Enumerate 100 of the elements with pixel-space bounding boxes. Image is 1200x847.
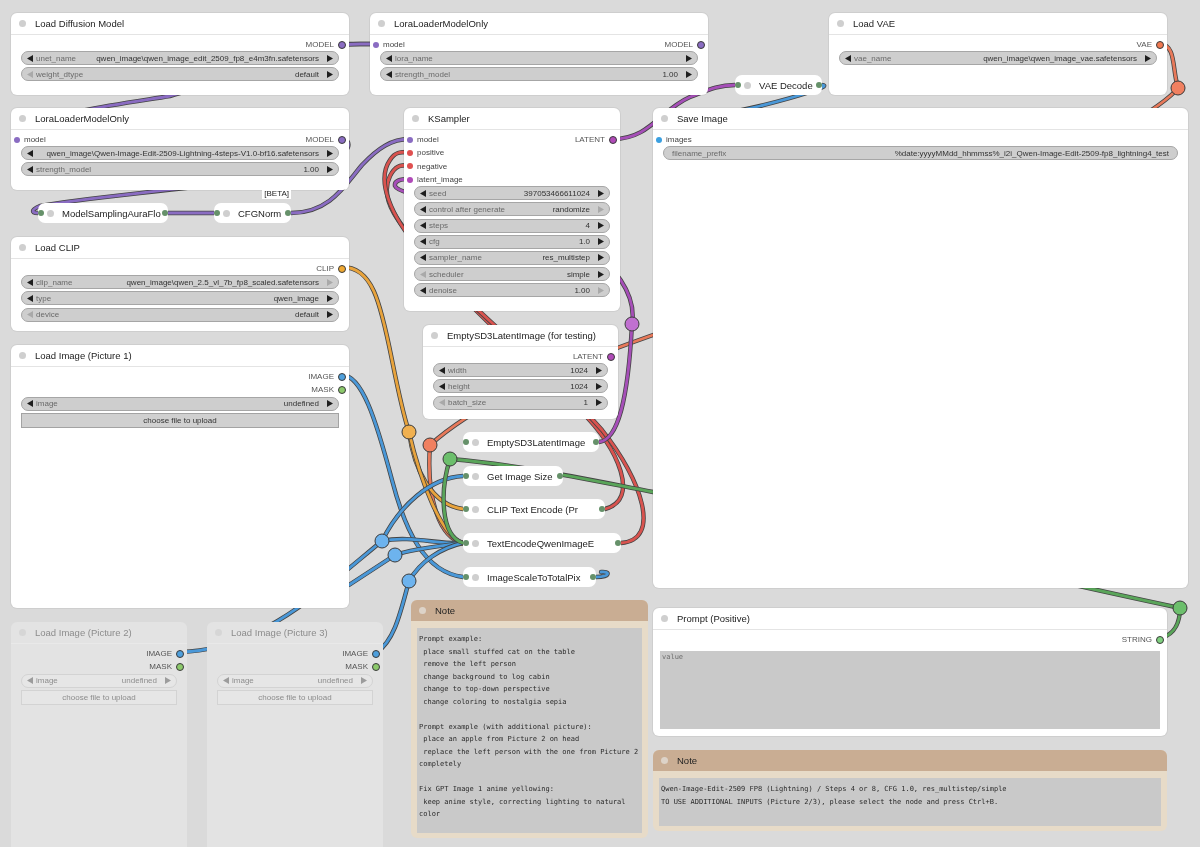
left-arrow-icon[interactable] [386, 54, 392, 62]
right-arrow-icon[interactable] [598, 238, 604, 246]
slot-dot-icon[interactable] [590, 574, 596, 580]
number-widget[interactable]: strength_model 1.00 [21, 162, 339, 177]
combo-widget[interactable]: vae_name qwen_image\qwen_image_vae.safetensors [839, 51, 1157, 66]
output-dot-icon[interactable] [338, 135, 346, 144]
right-arrow-icon[interactable] [598, 270, 604, 278]
combo-widget[interactable]: image undefined [21, 396, 339, 411]
left-arrow-icon[interactable] [420, 254, 426, 262]
node-dot-icon[interactable] [472, 539, 479, 547]
slot-dot-icon[interactable] [557, 473, 563, 479]
output-dot-icon[interactable] [1156, 40, 1164, 49]
input-dot-icon[interactable] [407, 149, 413, 156]
reroute-dot-icon[interactable] [624, 316, 640, 332]
node-dot-icon[interactable] [472, 472, 479, 480]
reroute-dot-icon[interactable] [387, 547, 403, 563]
slot-dot-icon[interactable] [615, 540, 621, 546]
node-dot-icon[interactable] [472, 438, 479, 446]
node-dot-icon[interactable] [378, 20, 385, 27]
output-dot-icon[interactable] [338, 264, 346, 273]
slot-dot-icon[interactable] [599, 506, 605, 512]
output-dot-icon[interactable] [372, 662, 380, 671]
combo-widget[interactable]: lora_name [380, 51, 698, 66]
output-dot-icon[interactable] [607, 352, 615, 361]
left-arrow-icon[interactable] [420, 189, 426, 197]
left-arrow-icon[interactable] [845, 54, 851, 62]
number-widget[interactable]: height 1024 [433, 379, 608, 394]
combo-widget[interactable]: control after generate randomize [414, 202, 610, 217]
output-dot-icon[interactable] [176, 649, 184, 658]
combo-widget[interactable]: scheduler simple [414, 267, 610, 282]
input-dot-icon[interactable] [373, 41, 379, 48]
number-widget[interactable]: width 1024 [433, 363, 608, 378]
combo-widget[interactable]: sampler_name res_multistep [414, 250, 610, 265]
right-arrow-icon[interactable] [596, 383, 602, 390]
upload-button[interactable]: choose file to upload [21, 412, 339, 428]
right-arrow-icon[interactable] [327, 54, 333, 62]
number-widget[interactable]: steps 4 [414, 218, 610, 233]
left-arrow-icon[interactable] [420, 238, 426, 246]
node-dot-icon[interactable] [419, 607, 426, 614]
left-arrow-icon[interactable] [27, 295, 33, 302]
node-dot-icon[interactable] [19, 244, 26, 251]
output-dot-icon[interactable] [697, 40, 705, 49]
right-arrow-icon[interactable] [327, 166, 333, 173]
left-arrow-icon[interactable] [27, 149, 33, 157]
collapsed-node[interactable]: ImageScaleToTotalPix [463, 567, 596, 587]
collapsed-node[interactable]: TextEncodeQwenImageE [463, 533, 621, 553]
slot-dot-icon[interactable] [463, 574, 469, 580]
left-arrow-icon[interactable] [439, 383, 445, 390]
collapsed-node[interactable]: ModelSamplingAuraFlo [38, 203, 168, 223]
right-arrow-icon[interactable] [327, 295, 333, 302]
number-widget[interactable]: cfg 1.0 [414, 234, 610, 249]
reroute-dot-icon[interactable] [422, 437, 438, 453]
node-dot-icon[interactable] [19, 352, 26, 359]
collapsed-node[interactable]: VAE Decode [735, 75, 822, 95]
node-dot-icon[interactable] [661, 115, 668, 122]
output-dot-icon[interactable] [338, 385, 346, 394]
node-dot-icon[interactable] [19, 115, 26, 122]
collapsed-node[interactable]: CFGNorm [214, 203, 291, 223]
reroute-dot-icon[interactable] [1170, 80, 1186, 96]
input-dot-icon[interactable] [407, 163, 413, 170]
text-widget[interactable]: filename_prefix %date:yyyyMMdd_hhmmss%_i2i_Qwen-Image-Edit-2509-fp8_lightning4_test [663, 146, 1178, 161]
number-widget[interactable]: batch_size 1 [433, 395, 608, 410]
right-arrow-icon[interactable] [686, 71, 692, 78]
number-widget[interactable]: strength_model 1.00 [380, 67, 698, 82]
left-arrow-icon[interactable] [420, 205, 426, 213]
right-arrow-icon[interactable] [327, 400, 333, 408]
slot-dot-icon[interactable] [162, 210, 168, 216]
output-dot-icon[interactable] [176, 662, 184, 671]
collapsed-node[interactable]: Get Image Size [463, 466, 563, 486]
reroute-dot-icon[interactable] [401, 424, 417, 440]
left-arrow-icon[interactable] [420, 222, 426, 230]
left-arrow-icon[interactable] [27, 166, 33, 173]
node-dot-icon[interactable] [472, 573, 479, 581]
output-dot-icon[interactable] [372, 649, 380, 658]
input-dot-icon[interactable] [407, 136, 413, 143]
output-dot-icon[interactable] [338, 40, 346, 49]
node-dot-icon[interactable] [223, 209, 230, 217]
right-arrow-icon[interactable] [598, 189, 604, 197]
slot-dot-icon[interactable] [593, 439, 599, 445]
node-dot-icon[interactable] [837, 20, 844, 27]
node-dot-icon[interactable] [19, 20, 26, 27]
input-dot-icon[interactable] [407, 176, 413, 183]
reroute-dot-icon[interactable] [374, 533, 390, 549]
node-dot-icon[interactable] [412, 115, 419, 122]
left-arrow-icon[interactable] [439, 366, 445, 374]
combo-widget[interactable]: weight_dtype default [21, 67, 339, 82]
combo-widget[interactable]: qwen_image\Qwen-Image-Edit-2509-Lightning-4steps-V1.0-bf16.safetensors [21, 146, 339, 161]
slot-dot-icon[interactable] [214, 210, 220, 216]
right-arrow-icon[interactable] [327, 149, 333, 157]
node-dot-icon[interactable] [661, 757, 668, 764]
number-widget[interactable]: seed 397053466611024 [414, 186, 610, 201]
reroute-dot-icon[interactable] [442, 451, 458, 467]
slot-dot-icon[interactable] [463, 439, 469, 445]
node-dot-icon[interactable] [472, 505, 479, 513]
right-arrow-icon[interactable] [1145, 54, 1151, 62]
output-dot-icon[interactable] [609, 135, 617, 144]
combo-widget[interactable]: unet_name qwen_image\qwen_image_edit_2509_fp8_e4m3fn.safetensors [21, 51, 339, 66]
right-arrow-icon[interactable] [598, 254, 604, 262]
right-arrow-icon[interactable] [686, 54, 692, 62]
right-arrow-icon[interactable] [596, 399, 602, 407]
